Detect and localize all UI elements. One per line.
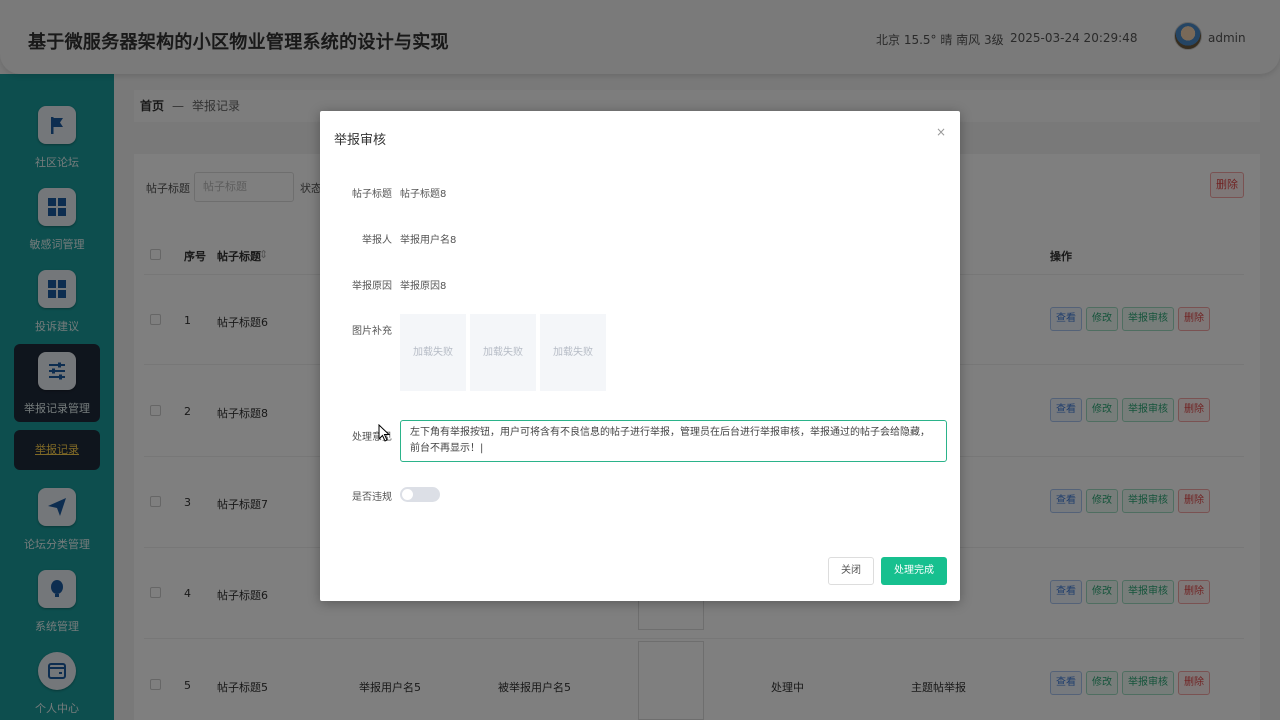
toggle-knob (402, 489, 413, 500)
done-button[interactable]: 处理完成 (881, 557, 947, 585)
reporter-label: 举报人 (362, 235, 392, 246)
close-icon[interactable]: × (936, 125, 946, 139)
image-thumbnail[interactable]: 加载失败 (470, 314, 536, 391)
image-thumbnail[interactable]: 加载失败 (400, 314, 466, 391)
post-title-value: 帖子标题8 (400, 189, 447, 200)
reporter-value: 举报用户名8 (400, 235, 457, 246)
violation-label: 是否违规 (352, 492, 392, 503)
report-audit-dialog: 举报审核 × 帖子标题 帖子标题8 举报人 举报用户名8 举报原因 举报原因8 … (320, 111, 960, 601)
reason-label: 举报原因 (352, 281, 392, 292)
dialog-title: 举报审核 (334, 133, 387, 148)
close-button[interactable]: 关闭 (828, 557, 874, 585)
mouse-cursor-icon (378, 424, 390, 442)
image-thumbnail[interactable]: 加载失败 (540, 314, 606, 391)
post-title-label: 帖子标题 (352, 189, 392, 200)
violation-toggle[interactable] (400, 487, 440, 502)
reason-value: 举报原因8 (400, 281, 447, 292)
opinion-textarea[interactable]: 左下角有举报按钮，用户可将含有不良信息的帖子进行举报，管理员在后台进行举报审核，… (400, 420, 947, 462)
images-label: 图片补充 (352, 326, 392, 337)
